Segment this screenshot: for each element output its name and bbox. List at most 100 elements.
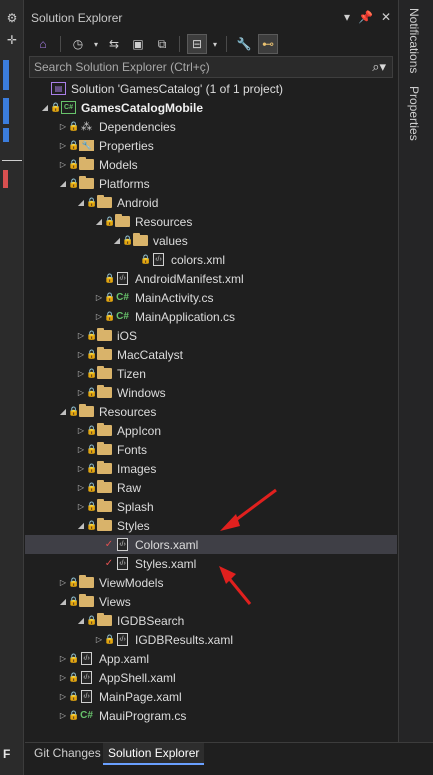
- collapsed-arrow-icon[interactable]: ▷: [76, 497, 86, 516]
- collapsed-arrow-icon[interactable]: ▷: [58, 687, 68, 706]
- tree-row[interactable]: ▷ 🔒 🔧 Properties: [25, 136, 397, 155]
- collapsed-arrow-icon[interactable]: ▷: [58, 573, 68, 592]
- tree-item-label: colors.xml: [171, 252, 226, 267]
- collapsed-arrow-icon[interactable]: ▷: [76, 459, 86, 478]
- tree-row[interactable]: ▷ 🔒 Tizen: [25, 364, 397, 383]
- tree-row[interactable]: ▷ 🔒 Images: [25, 459, 397, 478]
- close-icon[interactable]: ✕: [381, 10, 391, 24]
- tree-row[interactable]: ▷ 🔒 Raw: [25, 478, 397, 497]
- lock-icon: 🔒: [68, 672, 80, 682]
- collapsed-arrow-icon[interactable]: ▷: [76, 478, 86, 497]
- lock-icon: 🔒: [86, 501, 98, 511]
- folder-icon: [96, 518, 113, 533]
- tree-row[interactable]: ◢ 🔒 Views: [25, 592, 397, 611]
- tree-item-label: Solution 'GamesCatalog' (1 of 1 project): [71, 81, 284, 96]
- tree-row[interactable]: ▷ 🔒 ViewModels: [25, 573, 397, 592]
- pin-icon[interactable]: 📌: [358, 10, 373, 24]
- search-input[interactable]: Search Solution Explorer (Ctrl+ç) ⌕▾: [29, 56, 393, 78]
- expanded-arrow-icon[interactable]: ◢: [94, 212, 104, 231]
- refresh-icon[interactable]: ▣: [128, 34, 148, 54]
- collapsed-arrow-icon[interactable]: ▷: [58, 668, 68, 687]
- collapse-all-icon[interactable]: ⧉: [152, 34, 172, 54]
- folder-icon: [96, 423, 113, 438]
- solution-icon: ▤: [50, 82, 67, 96]
- switch-views-icon[interactable]: ⌂: [33, 34, 53, 54]
- collapsed-arrow-icon[interactable]: ▷: [94, 288, 104, 307]
- checked-in-icon: ✓: [104, 539, 114, 550]
- tree-row[interactable]: ▷ 🔒 ⁂ Dependencies: [25, 117, 397, 136]
- tree-row[interactable]: ◢ 🔒 C# GamesCatalogMobile: [25, 98, 397, 117]
- collapsed-arrow-icon[interactable]: ▷: [76, 421, 86, 440]
- tree-row[interactable]: 🔒 ‹/› AndroidManifest.xml: [25, 269, 397, 288]
- tree-row[interactable]: ▷ 🔒 C# MainApplication.cs: [25, 307, 397, 326]
- collapsed-arrow-icon[interactable]: ▷: [76, 364, 86, 383]
- tree-row[interactable]: ▷ 🔒 ‹/› MainPage.xaml: [25, 687, 397, 706]
- tree-row[interactable]: ▷ 🔒 Splash: [25, 497, 397, 516]
- collapsed-arrow-icon[interactable]: ▷: [76, 440, 86, 459]
- collapsed-arrow-icon[interactable]: ▷: [94, 630, 104, 649]
- folder-icon: [96, 442, 113, 457]
- tree-row[interactable]: 🔒 ‹/› colors.xml: [25, 250, 397, 269]
- tree-row[interactable]: ◢ 🔒 Resources: [25, 212, 397, 231]
- tree-row[interactable]: ▤ Solution 'GamesCatalog' (1 of 1 project…: [25, 79, 397, 98]
- tree-item-label: MainActivity.cs: [135, 290, 214, 305]
- expanded-arrow-icon[interactable]: ◢: [76, 193, 86, 212]
- left-strip-letter: F: [3, 747, 11, 761]
- expanded-arrow-icon[interactable]: ◢: [40, 98, 50, 117]
- tree-row[interactable]: ▷ 🔒 Windows: [25, 383, 397, 402]
- tree-row[interactable]: ▷ 🔒 iOS: [25, 326, 397, 345]
- tree-row[interactable]: ◢ 🔒 Styles: [25, 516, 397, 535]
- tree-row[interactable]: ▷ 🔒 AppIcon: [25, 421, 397, 440]
- pending-changes-filter-icon[interactable]: ◷: [68, 34, 88, 54]
- xaml-file-icon: ‹/›: [114, 633, 131, 647]
- tree-row[interactable]: ▷ 🔒 C# MainActivity.cs: [25, 288, 397, 307]
- tree-row[interactable]: ▷ 🔒 ‹/› IGDBResults.xaml: [25, 630, 397, 649]
- tree-row[interactable]: ▷ 🔒 MacCatalyst: [25, 345, 397, 364]
- collapsed-arrow-icon[interactable]: ▷: [94, 307, 104, 326]
- dropdown-arrow-icon[interactable]: ▾: [92, 34, 100, 54]
- collapsed-arrow-icon[interactable]: ▷: [76, 326, 86, 345]
- expanded-arrow-icon[interactable]: ◢: [76, 611, 86, 630]
- solution-explorer-panel: Solution Explorer ▾ 📌 ✕ ⌂ ◷ ▾ ⇆ ▣ ⧉ ⊟ ▾ …: [25, 0, 397, 775]
- tree-row[interactable]: ◢ 🔒 IGDBSearch: [25, 611, 397, 630]
- tree-row[interactable]: ◢ 🔒 Android: [25, 193, 397, 212]
- expanded-arrow-icon[interactable]: ◢: [112, 231, 122, 250]
- tree-row[interactable]: ✓ ‹/› Styles.xaml: [25, 554, 397, 573]
- expanded-arrow-icon[interactable]: ◢: [58, 174, 68, 193]
- show-all-files-icon[interactable]: ⊟: [187, 34, 207, 54]
- tree-row[interactable]: ▷ 🔒 ‹/› App.xaml: [25, 649, 397, 668]
- tree-item-label: AppIcon: [117, 423, 162, 438]
- preview-selected-items-icon[interactable]: ⊷: [258, 34, 278, 54]
- collapsed-arrow-icon[interactable]: ▷: [58, 117, 68, 136]
- gear-icon[interactable]: ⚙: [4, 10, 20, 26]
- tree-row[interactable]: ▷ 🔒 Fonts: [25, 440, 397, 459]
- tree-row[interactable]: ✓ ‹/› Colors.xaml: [25, 535, 397, 554]
- tab-git-changes[interactable]: Git Changes: [29, 743, 106, 765]
- tree-row[interactable]: ▷ 🔒 ‹/› AppShell.xaml: [25, 668, 397, 687]
- dropdown-arrow-icon[interactable]: ▾: [211, 34, 219, 54]
- expanded-arrow-icon[interactable]: ◢: [58, 402, 68, 421]
- sync-with-active-document-icon[interactable]: ⇆: [104, 34, 124, 54]
- tab-solution-explorer[interactable]: Solution Explorer: [103, 743, 205, 765]
- tree-row[interactable]: ◢ 🔒 Resources: [25, 402, 397, 421]
- search-icon[interactable]: ⌕▾: [372, 59, 386, 75]
- notifications-tab[interactable]: Notifications: [407, 8, 421, 73]
- expanded-arrow-icon[interactable]: ◢: [76, 516, 86, 535]
- properties-tab[interactable]: Properties: [407, 86, 421, 141]
- tree-row[interactable]: ▷ 🔒 C# MauiProgram.cs: [25, 706, 397, 725]
- split-icon[interactable]: ✛: [4, 32, 20, 48]
- collapsed-arrow-icon[interactable]: ▷: [76, 383, 86, 402]
- lock-icon: 🔒: [86, 425, 98, 435]
- collapsed-arrow-icon[interactable]: ▷: [58, 706, 68, 725]
- tree-row[interactable]: ◢ 🔒 Platforms: [25, 174, 397, 193]
- expanded-arrow-icon[interactable]: ◢: [58, 592, 68, 611]
- collapsed-arrow-icon[interactable]: ▷: [58, 649, 68, 668]
- collapsed-arrow-icon[interactable]: ▷: [58, 155, 68, 174]
- tree-row[interactable]: ▷ 🔒 Models: [25, 155, 397, 174]
- collapsed-arrow-icon[interactable]: ▷: [76, 345, 86, 364]
- collapsed-arrow-icon[interactable]: ▷: [58, 136, 68, 155]
- properties-wrench-icon[interactable]: 🔧: [234, 34, 254, 54]
- tree-row[interactable]: ◢ 🔒 values: [25, 231, 397, 250]
- window-position-icon[interactable]: ▾: [344, 10, 350, 24]
